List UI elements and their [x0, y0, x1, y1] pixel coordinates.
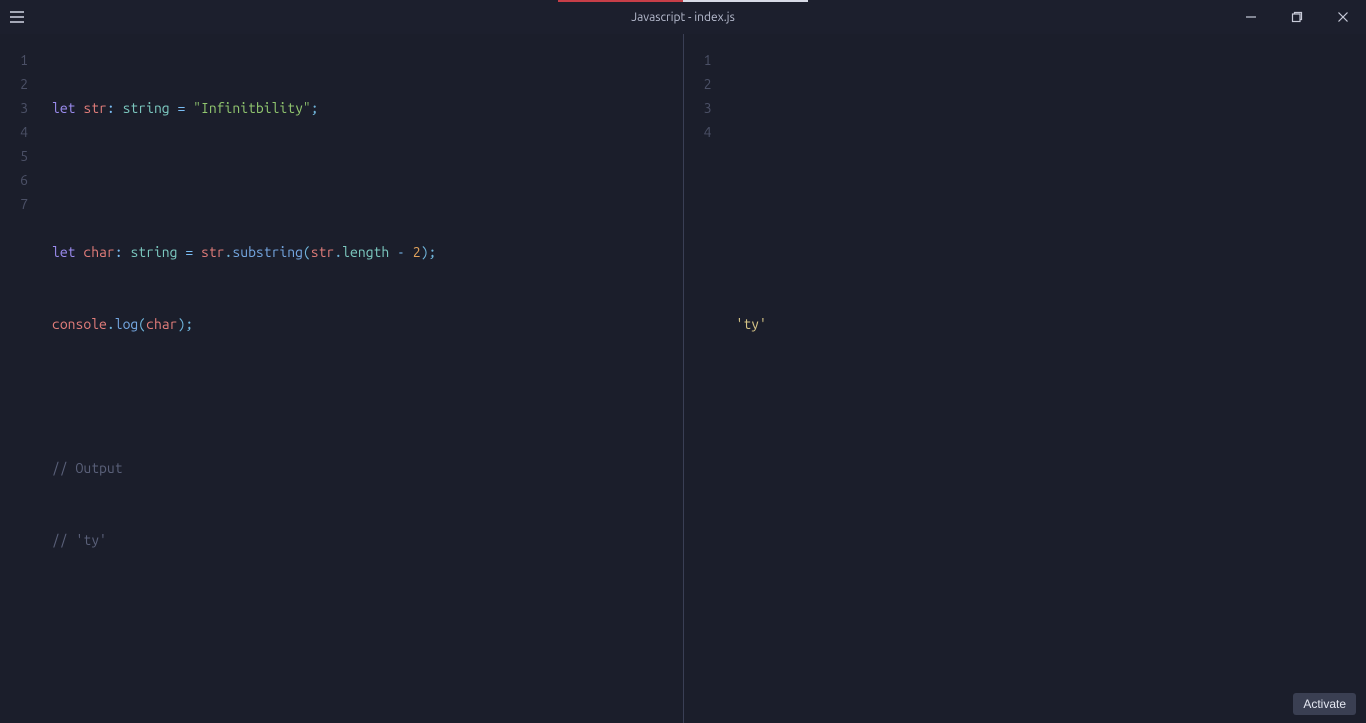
line-number: 3 — [684, 96, 726, 120]
line-number: 6 — [0, 168, 42, 192]
line-number: 7 — [0, 192, 42, 216]
output-line: 'ty' — [736, 312, 1366, 336]
editor-area: 1 2 3 4 5 6 7 let str: string = "Infinit… — [0, 34, 1366, 723]
line-number: 4 — [684, 120, 726, 144]
output-pane-right[interactable]: 1 2 3 4 'ty' — [684, 34, 1366, 723]
window-title: Javascript - index.js — [631, 11, 735, 24]
menu-button[interactable] — [0, 0, 34, 34]
activate-button[interactable]: Activate — [1293, 693, 1356, 715]
minimize-button[interactable] — [1228, 0, 1274, 34]
line-number: 2 — [0, 72, 42, 96]
output-content-right[interactable]: 'ty' — [736, 48, 1366, 384]
output-line — [736, 168, 1366, 192]
code-line — [52, 384, 683, 408]
line-number: 2 — [684, 72, 726, 96]
code-line: let char: string = str.substring(str.len… — [52, 240, 683, 264]
line-number: 5 — [0, 144, 42, 168]
code-content-left[interactable]: let str: string = "Infinitbility"; let c… — [52, 48, 683, 600]
tab-indicator — [558, 0, 808, 2]
code-line: // 'ty' — [52, 528, 683, 552]
line-number: 4 — [0, 120, 42, 144]
code-line — [52, 168, 683, 192]
line-gutter-right: 1 2 3 4 — [684, 48, 726, 144]
output-line — [736, 240, 1366, 264]
editor-pane-left[interactable]: 1 2 3 4 5 6 7 let str: string = "Infinit… — [0, 34, 683, 723]
output-line — [736, 96, 1366, 120]
code-line: console.log(char); — [52, 312, 683, 336]
line-gutter-left: 1 2 3 4 5 6 7 — [0, 48, 42, 216]
line-number: 3 — [0, 96, 42, 120]
maximize-button[interactable] — [1274, 0, 1320, 34]
line-number: 1 — [684, 48, 726, 72]
line-number: 1 — [0, 48, 42, 72]
title-bar: Javascript - index.js — [0, 0, 1366, 34]
window-controls — [1228, 0, 1366, 34]
code-line: let str: string = "Infinitbility"; — [52, 96, 683, 120]
code-line: // Output — [52, 456, 683, 480]
close-button[interactable] — [1320, 0, 1366, 34]
